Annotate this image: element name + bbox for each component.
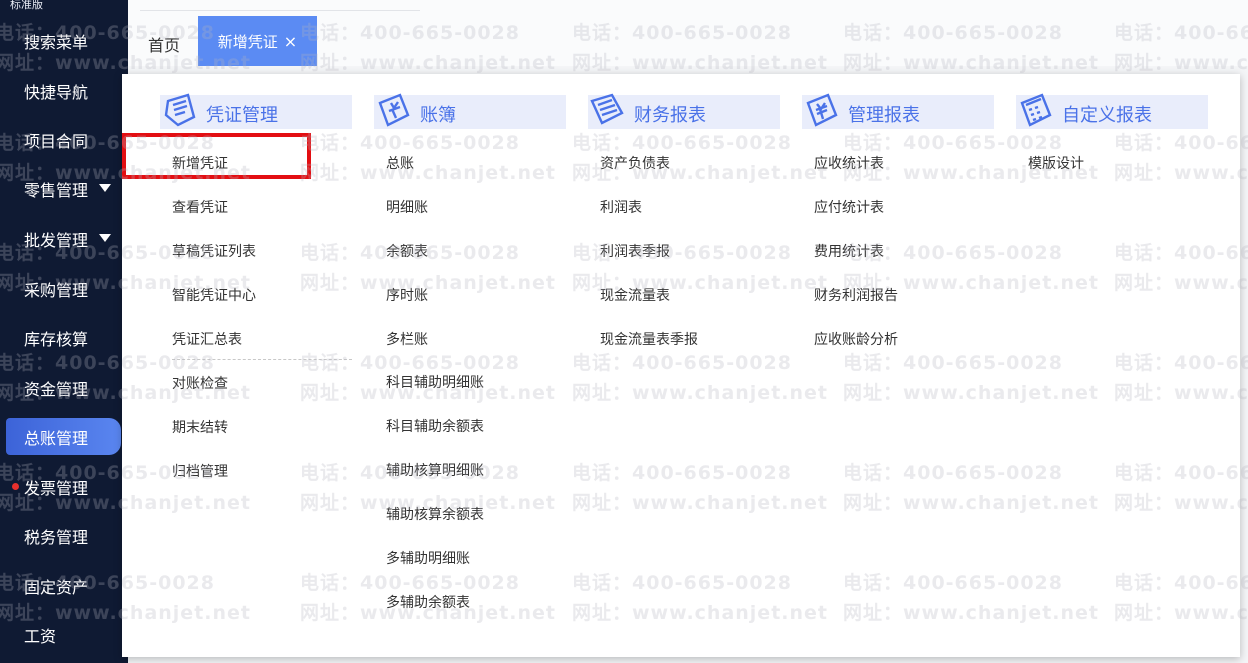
menu-item[interactable]: 现金流量表季报 — [600, 329, 698, 349]
menu-item[interactable]: 余额表 — [386, 241, 428, 261]
column-title: 凭证管理 — [206, 105, 278, 126]
divider — [172, 359, 352, 360]
column-header-custom-report: 自定义报表 — [1016, 93, 1208, 129]
menu-item[interactable]: 利润表季报 — [600, 241, 670, 261]
column-header-ledger: 账簿 — [374, 93, 566, 129]
tab-home[interactable]: 首页 — [148, 32, 180, 56]
column-title: 管理报表 — [848, 105, 920, 126]
sidebar-item-label: 固定资产 — [24, 577, 89, 597]
column-title: 账簿 — [420, 105, 456, 126]
menu-item[interactable]: 财务利润报告 — [814, 285, 898, 305]
sidebar-item-label: 总账管理 — [24, 428, 89, 448]
menu-item[interactable]: 费用统计表 — [814, 241, 884, 261]
menu-item[interactable]: 序时账 — [386, 285, 428, 305]
sidebar-item-tax[interactable]: 税务管理 — [6, 517, 121, 554]
edition-label: 标准版 — [10, 0, 43, 11]
expand-arrow-icon — [99, 184, 111, 192]
highlight-box — [122, 133, 311, 179]
sidebar-item-label: 批发管理 — [24, 230, 89, 250]
column-header-financial-report: 财务报表 — [588, 93, 780, 129]
divider — [140, 10, 420, 11]
menu-item[interactable]: 多栏账 — [386, 329, 428, 349]
sidebar-item-label: 搜索菜单 — [24, 32, 89, 52]
sidebar-item-label: 库存核算 — [24, 329, 89, 349]
sidebar-item-label: 发票管理 — [24, 478, 89, 498]
sidebar-item-invoice[interactable]: 发票管理 — [6, 468, 121, 505]
sidebar-item-search-menu[interactable]: 搜索菜单 — [6, 22, 121, 59]
menu-item[interactable]: 总账 — [386, 153, 414, 173]
menu-item[interactable]: 凭证汇总表 — [172, 329, 242, 349]
sidebar-item-fixed-assets[interactable]: 固定资产 — [6, 567, 121, 604]
menu-item[interactable]: 归档管理 — [172, 461, 228, 481]
column-title: 财务报表 — [634, 105, 706, 126]
menu-item[interactable]: 智能凭证中心 — [172, 285, 256, 305]
expand-arrow-icon — [99, 234, 111, 242]
sidebar-item-label: 快捷导航 — [24, 82, 89, 102]
sidebar-item-label: 零售管理 — [24, 180, 89, 200]
menu-item[interactable]: 利润表 — [600, 197, 642, 217]
menu-item[interactable]: 应收账龄分析 — [814, 329, 898, 349]
sidebar-item-wholesale[interactable]: 批发管理 — [6, 220, 121, 257]
column-title: 自定义报表 — [1062, 105, 1152, 126]
column-header-management-report: 管理报表 — [802, 93, 994, 129]
menu-item[interactable]: 辅助核算明细账 — [386, 460, 484, 480]
column-header-voucher: 凭证管理 — [160, 93, 352, 129]
menu-item[interactable]: 草稿凭证列表 — [172, 241, 256, 261]
close-icon[interactable]: × — [284, 32, 297, 51]
ledger-icon — [378, 93, 410, 127]
menu-item[interactable]: 资产负债表 — [600, 153, 670, 173]
menu-item[interactable]: 科目辅助余额表 — [386, 416, 484, 436]
sidebar-item-salary[interactable]: 工资 — [6, 616, 121, 653]
menu-item[interactable]: 科目辅助明细账 — [386, 372, 484, 392]
sidebar-item-inventory[interactable]: 库存核算 — [6, 319, 121, 356]
sidebar-item-funds[interactable]: 资金管理 — [6, 369, 121, 406]
voucher-icon — [164, 93, 196, 127]
menu-item[interactable]: 应收统计表 — [814, 153, 884, 173]
sidebar-item-quick-nav[interactable]: 快捷导航 — [6, 72, 121, 109]
sidebar-item-label: 资金管理 — [24, 379, 89, 399]
menu-item[interactable]: 现金流量表 — [600, 285, 670, 305]
custom-report-icon — [1020, 93, 1052, 127]
sidebar-item-general-ledger[interactable]: 总账管理 — [6, 418, 121, 455]
sidebar-item-label: 项目合同 — [24, 131, 89, 151]
menu-item[interactable]: 明细账 — [386, 197, 428, 217]
tab-label: 新增凭证 — [217, 32, 278, 51]
menu-item[interactable]: 多辅助余额表 — [386, 592, 470, 612]
menu-item[interactable]: 对账检查 — [172, 373, 228, 393]
menu-item[interactable]: 查看凭证 — [172, 197, 228, 217]
menu-item[interactable]: 辅助核算余额表 — [386, 504, 484, 524]
sidebar-item-project-contract[interactable]: 项目合同 — [6, 121, 121, 158]
menu-item[interactable]: 应付统计表 — [814, 197, 884, 217]
menu-item[interactable]: 模版设计 — [1028, 153, 1084, 173]
management-report-icon — [806, 93, 838, 127]
menu-item[interactable]: 期末结转 — [172, 417, 228, 437]
tab-new-voucher[interactable]: 新增凭证 × — [198, 16, 317, 66]
sidebar-item-retail[interactable]: 零售管理 — [6, 170, 121, 207]
financial-report-icon — [590, 93, 624, 125]
sidebar-item-label: 工资 — [24, 626, 57, 646]
sidebar: 标准版 搜索菜单 快捷导航 项目合同 零售管理 批发管理 采购管理 库存核算 资… — [0, 0, 128, 663]
sidebar-item-label: 税务管理 — [24, 527, 89, 547]
notification-dot — [12, 483, 19, 490]
sidebar-item-purchase[interactable]: 采购管理 — [6, 270, 121, 307]
menu-item[interactable]: 多辅助明细账 — [386, 548, 470, 568]
sidebar-item-label: 采购管理 — [24, 280, 89, 300]
menu-panel: 凭证管理 账簿 财务报表 管理报表 自定义报表 新增凭证 查看凭证 草稿凭证列表… — [122, 74, 1240, 657]
